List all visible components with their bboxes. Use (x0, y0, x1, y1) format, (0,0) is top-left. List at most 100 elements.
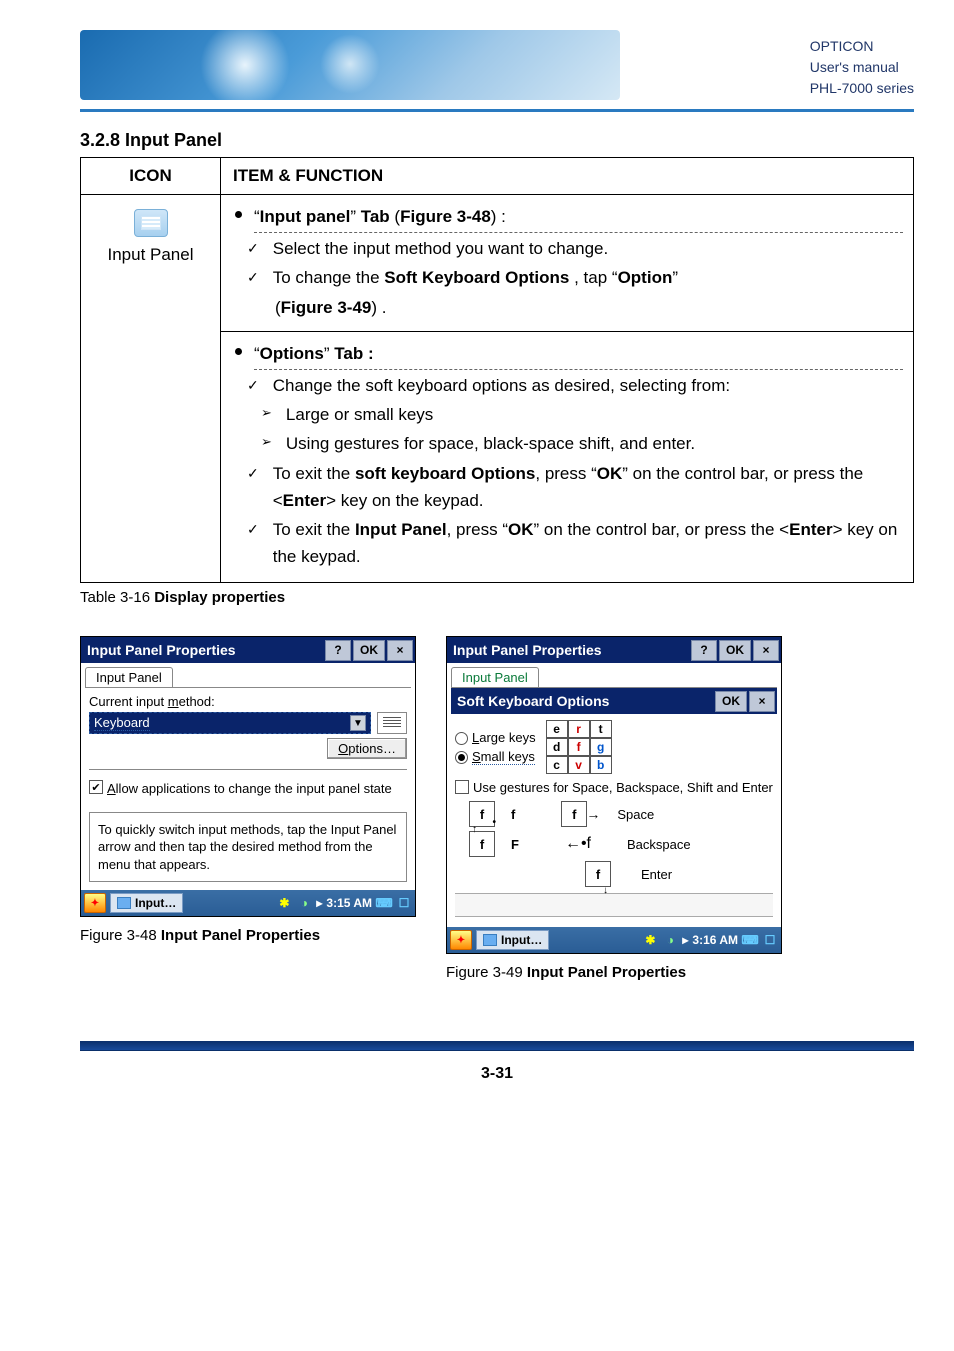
th-icon: ICON (81, 158, 221, 195)
antenna-icon[interactable]: ✱ (276, 895, 292, 911)
clock: 3:15 AM (326, 896, 372, 910)
gesture-box: f→ (561, 801, 587, 827)
t: Table 3-16 (80, 589, 154, 606)
ok-button[interactable]: OK (719, 640, 751, 661)
footer-bar (80, 1041, 914, 1051)
t: , press “ (447, 520, 508, 539)
ok-button[interactable]: OK (353, 640, 385, 661)
header-banner: OPTICON User's manual PHL-7000 series (80, 30, 914, 112)
t: OK (508, 520, 534, 539)
combo-value: Keyboard (94, 715, 150, 731)
key: f (568, 738, 590, 756)
window-title: Input Panel Properties (453, 642, 689, 658)
empty-band (455, 893, 773, 917)
key: d (546, 738, 568, 756)
section-title: 3.2.8 Input Panel (80, 130, 914, 151)
antenna-icon[interactable]: ✱ (642, 932, 658, 948)
key: v (568, 756, 590, 774)
check-icon: ✓ (247, 374, 259, 396)
use-gestures-row[interactable]: Use gestures for Space, Backspace, Shift… (455, 780, 773, 797)
checkbox-icon[interactable]: ✔ (89, 780, 103, 794)
t: arge keys (479, 730, 535, 745)
gesture-box: f↑ (469, 831, 495, 857)
t: S (472, 749, 481, 764)
task-item-input[interactable]: Input… (110, 893, 183, 913)
figure-48-caption: Figure 3-48 Input Panel Properties (80, 927, 416, 944)
device-window-48: Input Panel Properties ? OK × Input Pane… (80, 636, 416, 917)
input-panel-icon (134, 209, 168, 237)
globe-icon[interactable]: ◑ (296, 895, 312, 911)
t: , press “ (535, 464, 596, 483)
page-number: 3-31 (80, 1065, 914, 1083)
bullet-icon (235, 211, 242, 218)
chevron-down-icon: ▼ (350, 715, 366, 731)
t: ( (390, 207, 400, 226)
t: Input… (501, 933, 542, 947)
t: ” on the control bar, or press the < (533, 520, 789, 539)
tip-box: To quickly switch input methods, tap the… (89, 812, 407, 883)
help-button[interactable]: ? (691, 640, 717, 661)
t: Input Panel (355, 520, 447, 539)
row1-item2: To change the Soft Keyboard Options , ta… (273, 264, 678, 291)
radio-large-keys[interactable]: Large keys (455, 730, 536, 745)
tabs-49: Input Panel (451, 667, 777, 688)
t: Soft Keyboard Options (384, 268, 569, 287)
t: To change the (273, 268, 385, 287)
tab-input-panel[interactable]: Input Panel (451, 667, 539, 687)
t: Tab : (334, 344, 373, 363)
t: A (107, 781, 116, 796)
t: ptions… (348, 741, 396, 756)
arrow-left-icon: ←•f (565, 835, 591, 853)
t: Enter (789, 520, 832, 539)
t: , tap “ (569, 268, 617, 287)
panel-body-48: Current input method: Keyboard ▼ Options… (81, 688, 415, 890)
t: g (500, 780, 507, 795)
arrow-icon: ➢ (261, 403, 272, 424)
task-item-input[interactable]: Input… (476, 930, 549, 950)
t: Figure 3-49 (281, 298, 372, 317)
banner-graphic (80, 30, 620, 100)
input-method-combo[interactable]: Keyboard ▼ (89, 712, 371, 734)
desktop-tray-icon[interactable]: ☐ (396, 895, 412, 911)
t: Display properties (154, 589, 285, 606)
tray-arrow-icon: ▸ (316, 896, 322, 910)
radio-small-keys[interactable]: Small keys (455, 749, 536, 764)
allow-change-row[interactable]: ✔ Allow applications to change the input… (89, 780, 407, 798)
header-text: OPTICON User's manual PHL-7000 series (810, 36, 914, 99)
key-size-radios: Large keys Small keys (455, 730, 536, 764)
gesture-box: f↓ (585, 861, 611, 887)
keyboard-tray-icon[interactable]: ⌨ (376, 895, 392, 911)
skb-ok-button[interactable]: OK (715, 691, 747, 712)
t: mall keys (481, 749, 535, 764)
row2-sub1: Large or small keys (286, 401, 433, 428)
skb-title: Soft Keyboard Options (457, 693, 713, 709)
checkbox-icon[interactable] (455, 780, 469, 794)
t: Input Panel Properties (161, 927, 320, 944)
bullet-icon (235, 348, 242, 355)
combo-row: Keyboard ▼ (89, 712, 407, 734)
figure-49: Input Panel Properties ? OK × Input Pane… (446, 636, 782, 981)
icon-cell: Input Panel (81, 195, 221, 583)
globe-icon[interactable]: ◑ (662, 932, 678, 948)
info-table: ICON ITEM & FUNCTION Input Panel “Input … (80, 157, 914, 583)
tab-input-panel[interactable]: Input Panel (85, 667, 173, 687)
start-button[interactable]: ✦ (84, 893, 106, 913)
t: soft keyboard Options (355, 464, 535, 483)
close-button[interactable]: × (387, 640, 413, 661)
t: To exit the (273, 464, 355, 483)
help-button[interactable]: ? (325, 640, 351, 661)
row2-item3: To exit the Input Panel, press “OK” on t… (273, 516, 903, 570)
tray-arrow-icon: ▸ (682, 933, 688, 947)
window-icon (117, 897, 131, 909)
skb-close-button[interactable]: × (749, 691, 775, 712)
close-button[interactable]: × (753, 640, 779, 661)
key: c (546, 756, 568, 774)
keyboard-tray-icon[interactable]: ⌨ (742, 932, 758, 948)
desktop-tray-icon[interactable]: ☐ (762, 932, 778, 948)
start-button[interactable]: ✦ (450, 930, 472, 950)
options-button[interactable]: Options… (327, 738, 407, 759)
t: Figure 3-48 (400, 207, 491, 226)
header-line1: OPTICON (810, 36, 914, 57)
key: b (590, 756, 612, 774)
check-icon: ✓ (247, 266, 259, 288)
